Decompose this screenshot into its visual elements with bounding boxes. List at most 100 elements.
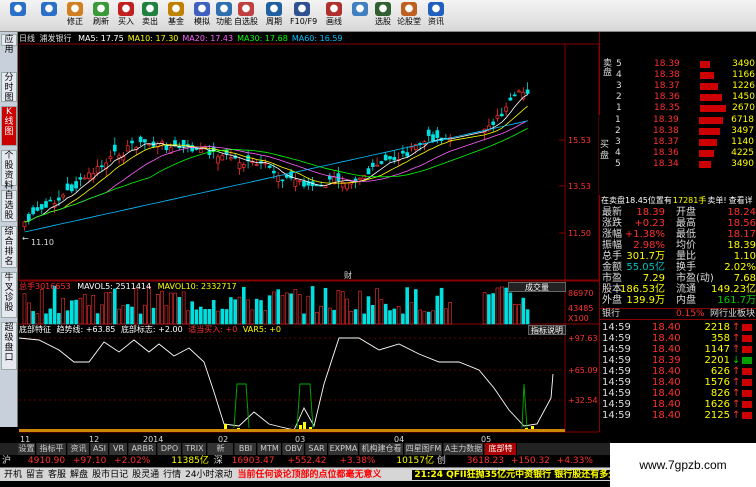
indicator-tab[interactable]: 新DMA — [208, 443, 234, 465]
leftnav-item-7[interactable]: 超级盘口 — [1, 322, 17, 370]
indicator-tab[interactable]: MTM — [258, 443, 282, 455]
bottom-bar-item[interactable]: 客服 — [48, 470, 66, 480]
indicator-tab[interactable]: 设置 — [18, 443, 36, 455]
toolbar-button-f10[interactable]: ● F10/F9 — [290, 1, 317, 31]
buy-level-row[interactable]: 2 18.38 3497 — [599, 126, 756, 137]
bottom-bar-item[interactable]: 开机 — [4, 470, 22, 480]
leftnav-item-0[interactable]: 应用 — [1, 34, 17, 55]
candle-body — [405, 152, 410, 157]
bottom-bar-item[interactable]: 行情 — [163, 470, 181, 480]
indicator-tab[interactable]: VR — [110, 443, 128, 455]
candle-body — [22, 221, 27, 228]
volume-bar — [336, 290, 341, 325]
cy-index-value[interactable]: 3618.23 — [467, 456, 504, 466]
toolbar-button-news[interactable]: ● 资讯 — [424, 1, 448, 31]
news-ticker-2[interactable]: 21:24 QFII狂抛35亿元中资银行 银行股还有多少机会? — [412, 470, 643, 480]
leftnav-item-1[interactable]: 分时图 — [1, 72, 17, 103]
sell-level-row[interactable]: 4 18.38 1166 — [600, 70, 756, 81]
order-position-tail: 卖单! — [707, 196, 727, 205]
detail-link[interactable]: 查看详 — [729, 196, 753, 205]
sz-index-label: 深 — [213, 456, 223, 466]
indicator-tab[interactable]: 指标平台 — [37, 443, 67, 465]
candle-body — [82, 177, 87, 180]
toolbar-button-zoom[interactable]: ● — [348, 1, 372, 31]
indicator-tick-label: +32.54 — [568, 396, 598, 405]
buy-level-row[interactable]: 1 18.39 6718 — [599, 115, 756, 126]
indicator-tab[interactable]: BBI — [235, 443, 257, 455]
buy-level-row[interactable]: 3 18.37 1140 — [599, 137, 756, 148]
indicator-tab[interactable]: 底部特征 — [485, 443, 517, 465]
indicator-tab[interactable]: OBV — [283, 443, 305, 455]
bottom-bar-item[interactable]: 24小时滚动 — [185, 470, 232, 480]
quote-stat-value: 2.02% — [724, 262, 756, 273]
sector-link[interactable]: 网行业板块 — [710, 309, 755, 320]
sz-index-value[interactable]: 16903.47 — [232, 456, 275, 466]
toolbar-button-fund[interactable]: ● 基金 — [164, 1, 188, 31]
bottom-bar-item[interactable]: 留言 — [26, 470, 44, 480]
buy-level-price: 18.38 — [653, 126, 679, 136]
buy-level-row[interactable]: 4 18.36 4225 — [599, 148, 756, 159]
buy-level-volume: 1140 — [731, 137, 754, 147]
toolbar-button-stockpick[interactable]: ● 选股 — [371, 1, 395, 31]
toolbar-button-home[interactable]: ● 修正 — [63, 1, 87, 31]
tick-time: 14:59 — [602, 333, 631, 344]
sell-level-row[interactable]: 5 18.39 3490 — [600, 59, 756, 70]
indicator-tab[interactable]: 资讯 — [68, 443, 90, 455]
candle-body — [499, 113, 504, 117]
sh-index-value[interactable]: 4910.90 — [28, 456, 65, 466]
toolbar-button-favorites[interactable]: ● 自选股 — [234, 1, 258, 31]
toolbar-button-drawline[interactable]: ● 画线 — [322, 1, 346, 31]
volume-bar — [315, 312, 319, 325]
indicator-tab[interactable]: EXPMA — [329, 443, 359, 455]
indicator-tab[interactable]: TRIX — [183, 443, 207, 455]
toolbar-button-forum[interactable]: ● 论股堂 — [397, 1, 421, 31]
toolbar-button-forward[interactable]: ● — [37, 1, 61, 31]
sector-row[interactable]: 银行 0.15% 网行业板块 — [600, 308, 756, 320]
indicator-help-button[interactable]: 指标说明 — [528, 325, 566, 335]
sell-level-bar — [700, 105, 726, 112]
sell-level-row[interactable]: 3 18.37 1226 — [600, 81, 756, 92]
volume-bar — [181, 291, 186, 325]
volume-bar — [104, 292, 108, 325]
sell-icon: ● — [142, 2, 158, 16]
candle-body — [353, 178, 358, 182]
news-ticker-1[interactable]: 当前任何谈论顶部的点位都毫无意义 — [237, 470, 381, 480]
volume-bar — [31, 311, 35, 325]
toolbar-button-simulate[interactable]: ● 模拟 — [190, 1, 214, 31]
toolbar-button-buy[interactable]: ● 买入 — [114, 1, 138, 31]
bottom-bar-item[interactable]: 解盘 — [70, 470, 88, 480]
candle-body — [173, 140, 177, 146]
indicator-tab[interactable]: A主力数据 — [444, 443, 484, 455]
bottom-bar-item[interactable]: 股市日记 — [92, 470, 128, 480]
leftnav-item-4[interactable]: 自选股 — [1, 190, 17, 222]
quote-stat-label: 外盘 — [602, 295, 622, 306]
toolbar-button-function[interactable]: ● 功能 — [212, 1, 236, 31]
period-label[interactable]: 日线 — [19, 34, 35, 43]
volume-type-button[interactable]: 成交量 — [508, 282, 566, 292]
sell-level-row[interactable]: 2 18.36 1450 — [600, 92, 756, 103]
sell-level-row[interactable]: 1 18.35 2670 — [600, 103, 756, 114]
bottom-bar-item[interactable]: 股灵通 — [132, 470, 159, 480]
indicator-tab[interactable]: DPO — [158, 443, 182, 455]
volume-bar — [113, 288, 117, 325]
toolbar-button-period[interactable]: ● 周期 — [262, 1, 286, 31]
toolbar-button-sell[interactable]: ● 卖出 — [138, 1, 162, 31]
tick-price: 18.40 — [652, 410, 681, 421]
indicator-tab[interactable]: SAR — [306, 443, 328, 455]
indicator-tab[interactable]: ASI — [91, 443, 109, 455]
indicator-tab[interactable]: ARBR — [129, 443, 157, 455]
orderbook: 买盘 1 18.39 6718 2 18.38 3497 3 18.37 1140 4 18.36 42… — [599, 115, 756, 195]
volume-bar — [48, 308, 53, 325]
leftnav-item-5[interactable]: 综合排名 — [1, 226, 17, 268]
indicator-tab[interactable]: 四星图FM — [405, 443, 443, 455]
buy-level-row[interactable]: 5 18.34 3490 — [599, 159, 756, 170]
volume-bar — [345, 298, 349, 325]
indicator-tab[interactable]: 机构建仓看盘 — [360, 443, 404, 465]
toolbar-button-back[interactable]: ● — [6, 1, 30, 31]
leftnav-item-3[interactable]: 个股资料 — [1, 150, 17, 191]
toolbar-button-refresh[interactable]: ● 刷新 — [89, 1, 113, 31]
kline-chart-area[interactable]: 15.53 13.53 11.50 11.10← 财 86970 43485X100 +97.… — [19, 32, 599, 443]
leftnav-item-6[interactable]: 牛叉诊股 — [1, 272, 17, 318]
indicator-name[interactable]: 底部特征 — [19, 325, 51, 334]
leftnav-item-2[interactable]: K线图 — [1, 106, 17, 146]
